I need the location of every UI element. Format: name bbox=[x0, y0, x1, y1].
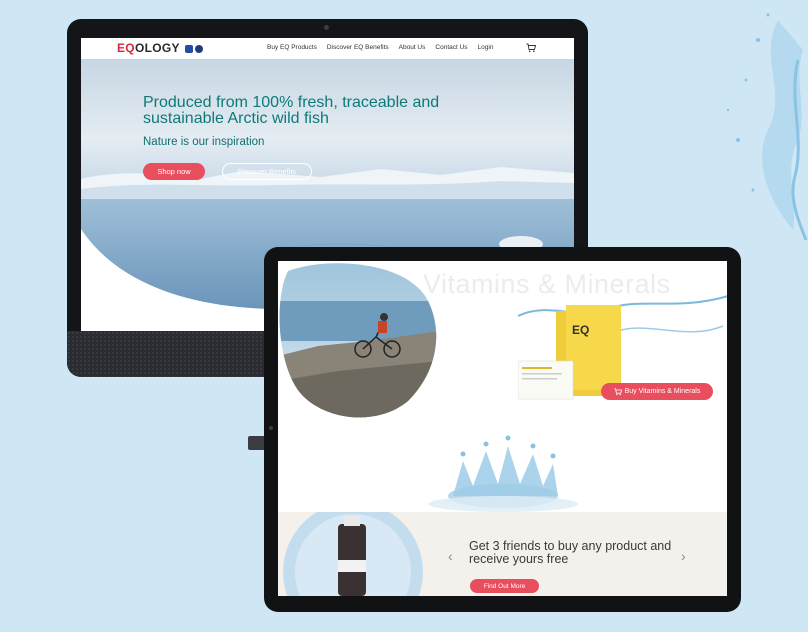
hero-title: Produced from 100% fresh, traceable and … bbox=[143, 94, 440, 127]
shop-now-button[interactable]: Shop now bbox=[143, 163, 205, 180]
find-out-more-button[interactable]: Find Out More bbox=[470, 579, 539, 593]
discover-benefits-button[interactable]: Discover Benefits bbox=[222, 163, 312, 180]
nav-discover-eq-benefits[interactable]: Discover EQ Benefits bbox=[327, 44, 389, 51]
referral-promo-banner: ‹ Get 3 friends to buy any product and r… bbox=[278, 512, 727, 596]
cart-icon[interactable] bbox=[526, 43, 536, 53]
chevron-right-icon[interactable]: › bbox=[681, 548, 686, 564]
buy-vitamins-minerals-label: Buy Vitamins & Minerals bbox=[624, 388, 701, 395]
nav-about-us[interactable]: About Us bbox=[399, 44, 426, 51]
tablet-device: Vitamins & Minerals EQ Buy Vitamins & Mi… bbox=[264, 247, 741, 612]
eqology-logo[interactable]: EQOLOGY bbox=[117, 41, 204, 55]
nav-buy-eq-products[interactable]: Buy EQ Products bbox=[267, 44, 317, 51]
monitor-camera bbox=[324, 25, 329, 30]
certification-seal-icon bbox=[195, 44, 204, 53]
promo-text: Get 3 friends to buy any product and rec… bbox=[469, 539, 672, 566]
logo-rest: OLOGY bbox=[134, 41, 180, 55]
tablet-camera bbox=[269, 426, 273, 430]
water-splash-decoration bbox=[726, 13, 808, 241]
site-navbar: EQOLOGY Buy EQ Products Discover EQ Bene… bbox=[81, 38, 574, 59]
nav-contact-us[interactable]: Contact Us bbox=[435, 44, 467, 51]
chevron-left-icon[interactable]: ‹ bbox=[448, 548, 453, 564]
logo-eq: EQ bbox=[117, 41, 135, 55]
product-brand-label: EQ bbox=[572, 323, 590, 337]
tablet-site-screen: Vitamins & Minerals EQ Buy Vitamins & Mi… bbox=[278, 261, 727, 596]
certification-badge-icon bbox=[185, 44, 194, 53]
cart-icon bbox=[614, 387, 622, 395]
cyclist-arctic-image bbox=[279, 263, 437, 418]
hero-subtitle: Nature is our inspiration bbox=[143, 136, 265, 148]
water-crown-splash-image bbox=[428, 435, 578, 512]
buy-vitamins-minerals-button[interactable]: Buy Vitamins & Minerals bbox=[601, 383, 713, 400]
fish-oil-bottle-image bbox=[283, 512, 423, 596]
nav-login[interactable]: Login bbox=[478, 44, 494, 51]
nav-links: Buy EQ Products Discover EQ Benefits Abo… bbox=[267, 44, 503, 51]
